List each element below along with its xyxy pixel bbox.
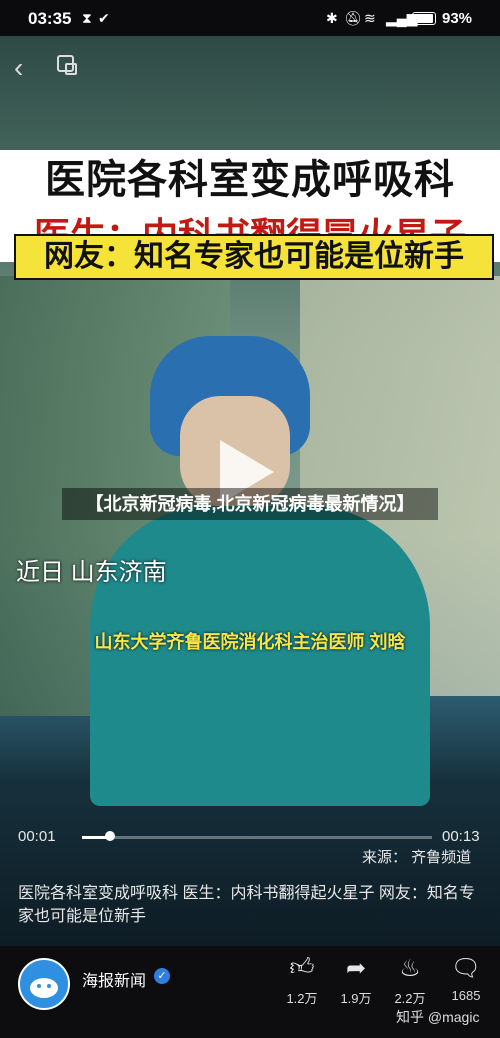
like-button[interactable]: 👍︎ 1.2万: [282, 954, 322, 1007]
doctor-caption: 山东大学齐鲁医院消化科主治医师 刘晗: [94, 632, 406, 652]
share-icon: ➦: [345, 955, 367, 982]
video-description: 医院各科室变成呼吸科 医生：内科书翻得起火星子 网友：知名专家也可能是位新手: [18, 885, 475, 925]
bluetooth-icon: ✱: [326, 10, 338, 26]
battery-percent: 93%: [442, 10, 473, 27]
watermark: 知乎 @magic: [396, 1009, 480, 1025]
progress-handle[interactable]: [105, 831, 115, 841]
progress-track[interactable]: [82, 836, 432, 839]
comment-button[interactable]: 🗨︎ 1685: [446, 954, 486, 1003]
status-time: 03:35: [28, 9, 72, 28]
status-bar: 03:35 ⧗ ✔ ✱ 🔕︎ ≋ ▂▄▆ 93%: [0, 0, 500, 36]
location-caption: 近日 山东济南: [16, 559, 167, 586]
app-icon: ✔: [98, 10, 110, 26]
share-button[interactable]: ➦ 1.9万: [336, 954, 376, 1007]
author-avatar[interactable]: [18, 958, 70, 1010]
wifi-icon: ≋: [364, 10, 376, 26]
doctor-gown: [90, 506, 430, 806]
back-button[interactable]: ‹: [14, 52, 23, 84]
author-name[interactable]: 海报新闻: [82, 967, 146, 991]
caption-line-3: 网友：知名专家也可能是位新手: [14, 234, 494, 280]
hourglass-icon: ⧗: [82, 10, 92, 26]
hot-button[interactable]: ♨ 2.2万: [390, 954, 430, 1007]
caption-line-1: 医院各科室变成呼吸科: [0, 150, 500, 210]
article-title: 【北京新冠病毒,北京新冠病毒最新情况】: [62, 488, 438, 520]
verified-icon: ✓: [154, 968, 170, 984]
like-count: 1.2万: [286, 991, 318, 1006]
share-count: 1.9万: [340, 991, 372, 1006]
mute-icon: 🔕︎: [344, 10, 362, 26]
pip-icon[interactable]: [56, 54, 78, 76]
flame-icon: ♨: [399, 955, 421, 982]
current-time: 00:01: [18, 828, 56, 845]
hot-count: 2.2万: [394, 991, 426, 1006]
battery-icon: [412, 12, 436, 25]
duration: 00:13: [442, 828, 480, 845]
thumbs-up-icon: 👍︎: [289, 954, 315, 981]
source-label: 来源： 齐鲁频道: [362, 849, 472, 866]
comment-icon: 🗨︎: [450, 955, 482, 982]
comment-count: 1685: [451, 988, 481, 1003]
